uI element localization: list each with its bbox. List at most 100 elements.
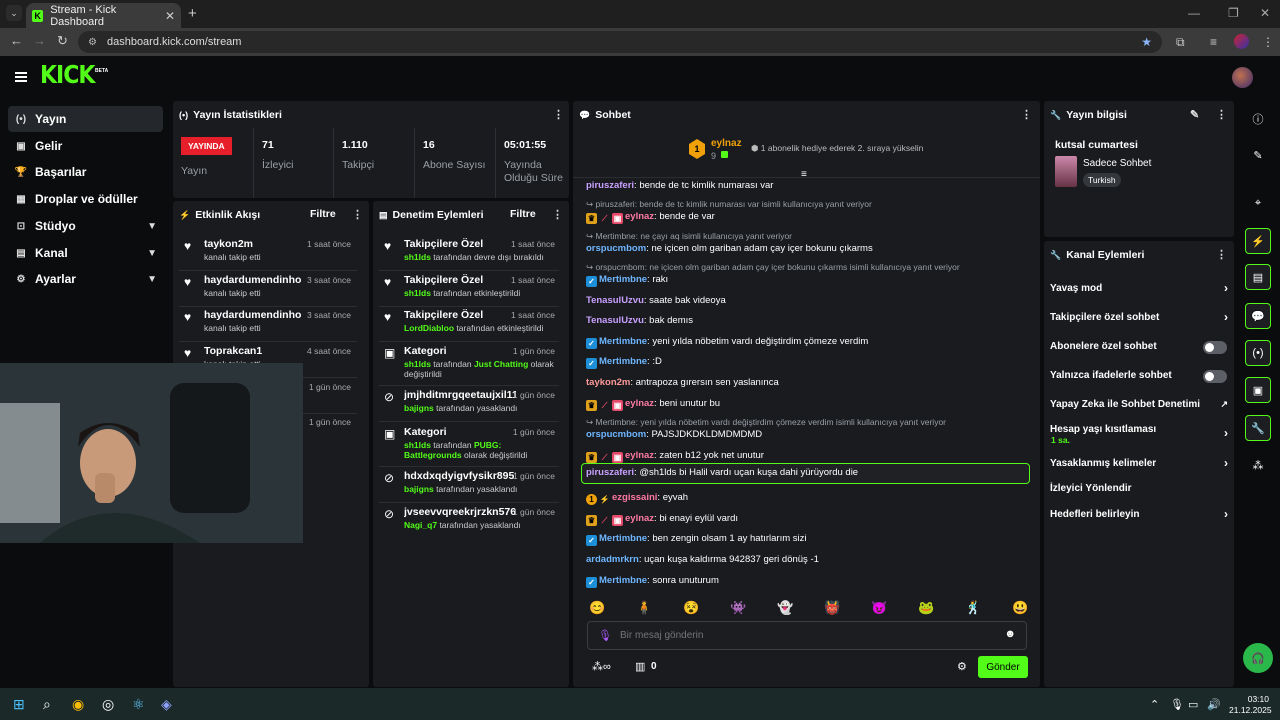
emote-button[interactable]: 😊: [589, 600, 605, 616]
chat-message[interactable]: ✓ Mertimbne: yeni yılda nöbetim vardı değ…: [586, 336, 868, 349]
chat-message[interactable]: TenasulUzvu: bak demıs: [586, 315, 693, 326]
toggle-switch[interactable]: [1203, 341, 1227, 354]
bookmark-star-icon[interactable]: ★: [1141, 35, 1152, 49]
chat-message[interactable]: 1 ⚡ ezgissaini: eyvah: [586, 492, 688, 505]
new-tab-button[interactable]: +: [188, 5, 197, 22]
pinned-user[interactable]: eylnaz: [711, 138, 742, 149]
chat-message[interactable]: ✓ Mertimbne: rakı: [586, 274, 668, 287]
chat-message[interactable]: piruszaferi: @sh1lds bi Halil vardı uçan…: [586, 467, 858, 478]
volume-icon[interactable]: 🔊: [1207, 698, 1221, 711]
kebab-menu-icon[interactable]: ⋮: [1216, 108, 1227, 121]
chat-username[interactable]: Mertimbne: [599, 336, 647, 347]
taskbar-date[interactable]: 21.12.2025: [1229, 705, 1272, 715]
action-goals[interactable]: Hedefleri belirleyin ›: [1050, 507, 1232, 521]
sidebar-item-gelir[interactable]: ▣ Gelir: [8, 133, 163, 159]
chat-username[interactable]: eylnaz: [625, 450, 654, 461]
tray-chevron-icon[interactable]: ⌃: [1150, 698, 1159, 711]
chrome-icon[interactable]: ◉: [72, 696, 84, 713]
kebab-menu-icon[interactable]: ⋮: [352, 208, 363, 221]
chat-message[interactable]: taykon2m: antrapoza gırersın sen yaslanı…: [586, 377, 779, 388]
action-banned-words[interactable]: Yasaklanmış kelimeler ›: [1050, 456, 1232, 470]
chat-settings-icon[interactable]: ⚙: [957, 660, 967, 673]
broadcast-icon[interactable]: (•): [1245, 340, 1271, 366]
chat-username[interactable]: orspucmbom: [586, 429, 646, 440]
list-item[interactable]: ▣ Kategori 1 gün önce sh1lds tarafından Jus…: [373, 342, 565, 386]
emoji-picker-icon[interactable]: ☻: [1004, 628, 1016, 640]
profile-avatar-icon[interactable]: [1234, 34, 1249, 49]
action-raid[interactable]: İzleyici Yönlendir: [1050, 483, 1232, 494]
list-item[interactable]: ♥ Takipçilere Özel 1 saat önce sh1lds taraf…: [373, 235, 565, 271]
filter-button[interactable]: Filtre: [510, 208, 536, 220]
list-item[interactable]: ♥ Takipçilere Özel 1 saat önce LordDiabloo …: [373, 306, 565, 342]
tab-search-button[interactable]: ⌄: [6, 5, 22, 21]
address-bar[interactable]: ⚙ dashboard.kick.com/stream ★: [78, 31, 1162, 53]
list-item[interactable]: ▣ Kategori 1 gün önce sh1lds tarafından PUB…: [373, 423, 565, 467]
chat-username[interactable]: TenasulUzvu: [586, 295, 644, 306]
emote-button[interactable]: 😵: [683, 600, 699, 616]
chat-username[interactable]: Mertimbne: [599, 575, 647, 586]
sidebar-item-ayarlar[interactable]: ⚙ Ayarlar ▼: [8, 266, 163, 292]
chat-username[interactable]: taykon2m: [586, 377, 630, 388]
extensions-icon[interactable]: ⧉: [1176, 35, 1185, 50]
kebab-menu-icon[interactable]: ⋮: [1021, 108, 1032, 121]
browser-menu-icon[interactable]: ⋮: [1262, 35, 1274, 49]
kebab-menu-icon[interactable]: ⋮: [553, 108, 564, 121]
emote-button[interactable]: 😃: [1012, 600, 1028, 616]
emote-button[interactable]: 🧍: [636, 600, 652, 616]
chat-username[interactable]: eylnaz: [625, 211, 654, 222]
chat-message[interactable]: ✓ Mertimbne: sonra unuturum: [586, 575, 719, 588]
bolt-icon[interactable]: ⚡: [1245, 228, 1271, 254]
emote-button[interactable]: 👹: [824, 600, 840, 616]
chat-message[interactable]: ♛ ⟋ ▣ eylnaz: bende de var: [586, 211, 715, 224]
kebab-menu-icon[interactable]: ⋮: [1216, 248, 1227, 261]
obs-icon[interactable]: ◎: [102, 696, 114, 713]
chat-username[interactable]: eylnaz: [625, 513, 654, 524]
chat-message[interactable]: TenasulUzvu: saate bak videoya: [586, 295, 726, 306]
scroll-filter-icon[interactable]: ≡: [801, 169, 807, 180]
chat-message[interactable]: ardadmrkrn: uçan kuşa kaldırma 942837 ge…: [586, 554, 819, 565]
maximize-icon[interactable]: ❐: [1228, 6, 1239, 20]
app-icon[interactable]: ⚛: [132, 696, 145, 713]
minimize-icon[interactable]: —: [1188, 6, 1200, 20]
chat-bubble-icon[interactable]: 💬: [1245, 303, 1271, 329]
sidebar-item-studyo[interactable]: ⊡ Stüdyo ▼: [8, 213, 163, 239]
sidebar-item-basarilar[interactable]: 🏆 Başarılar: [8, 159, 163, 185]
chat-username[interactable]: orspucmbom: [586, 243, 646, 254]
list-item[interactable]: ♥ Takipçilere Özel 1 saat önce sh1lds taraf…: [373, 271, 565, 307]
taskbar-time[interactable]: 03:10: [1229, 694, 1269, 704]
site-info-icon[interactable]: ⚙: [88, 37, 97, 48]
kebab-menu-icon[interactable]: ⋮: [552, 208, 563, 221]
chat-message[interactable]: ✓ Mertimbne: :D: [586, 356, 662, 369]
list-item[interactable]: ♥ haydardumendinho kanalı takip etti 3 saat…: [173, 271, 363, 307]
info-icon[interactable]: ⓘ: [1245, 106, 1271, 132]
media-control-icon[interactable]: ≡: [1210, 35, 1217, 49]
notes-icon[interactable]: ▤: [1245, 264, 1271, 290]
chat-message[interactable]: ♛ ⟋ ▣ eylnaz: bi enayi eylül vardı: [586, 513, 738, 526]
back-icon[interactable]: ←: [10, 33, 23, 48]
action-subscribers-only[interactable]: Abonelere özel sohbet: [1050, 341, 1232, 354]
wrench-icon[interactable]: 🔧: [1245, 415, 1271, 441]
send-button[interactable]: Gönder: [978, 656, 1028, 678]
windows-start-icon[interactable]: ⊞: [13, 696, 25, 713]
chat-message[interactable]: orspucmbom: ne içicen olm gariban adam ç…: [586, 243, 873, 254]
kick-logo[interactable]: KICK: [40, 61, 95, 90]
capture-icon[interactable]: ⌖: [1245, 190, 1271, 216]
chat-username[interactable]: piruszaferi: [586, 180, 634, 191]
chat-username[interactable]: Mertimbne: [599, 533, 647, 544]
browser-tab[interactable]: K Stream - Kick Dashboard ✕: [26, 3, 181, 28]
search-icon[interactable]: ⌕: [43, 696, 51, 713]
chat-username[interactable]: TenasulUzvu: [586, 315, 644, 326]
chat-message-input[interactable]: [620, 627, 990, 644]
chat-message[interactable]: piruszaferi: bende de tc kimlik numarası…: [586, 180, 773, 191]
edit-icon[interactable]: ✎: [1190, 108, 1199, 121]
list-item[interactable]: ♥ taykon2m kanalı takip etti 1 saat önce: [173, 235, 363, 271]
chat-username[interactable]: Mertimbne: [599, 274, 647, 285]
pencil-icon[interactable]: ✎: [1245, 142, 1271, 168]
chat-username[interactable]: Mertimbne: [599, 356, 647, 367]
sidebar-item-kanal[interactable]: ▤ Kanal ▼: [8, 240, 163, 266]
chat-message[interactable]: orspucmbom: PAJSJDKDKLDMDMDMD: [586, 429, 762, 440]
reload-icon[interactable]: ↻: [57, 33, 68, 49]
apps-icon[interactable]: ⁂: [1245, 452, 1271, 478]
action-slow-mode[interactable]: Yavaş mod ›: [1050, 281, 1232, 295]
emote-button[interactable]: 🕺: [965, 600, 981, 616]
